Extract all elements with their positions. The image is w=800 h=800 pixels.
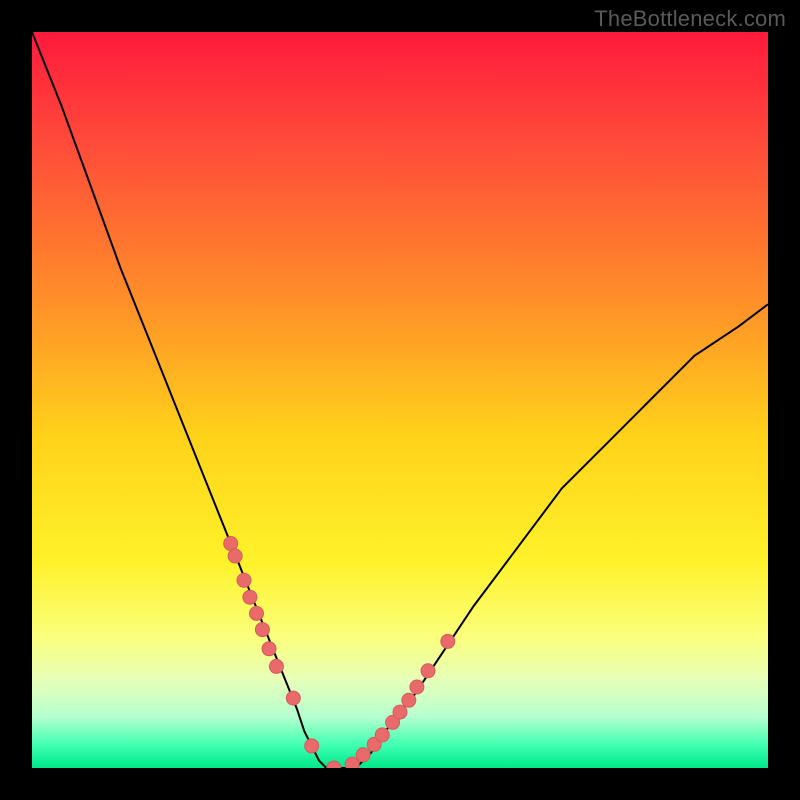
bottleneck-curve: [32, 32, 768, 768]
curve-dot: [250, 606, 264, 620]
curve-dot: [228, 549, 242, 563]
plot-area: [32, 32, 768, 768]
chart-container: TheBottleneck.com: [0, 0, 800, 800]
curve-dot: [393, 705, 407, 719]
curve-dot: [356, 748, 370, 762]
curve-dot: [255, 623, 269, 637]
curve-dot: [269, 659, 283, 673]
curve-dot: [441, 634, 455, 648]
curve-dot: [327, 761, 341, 768]
curve-dot: [410, 680, 424, 694]
curve-line: [32, 32, 768, 768]
curve-dot: [402, 693, 416, 707]
curve-dots: [224, 537, 455, 769]
curve-dot: [224, 537, 238, 551]
curve-dot: [375, 728, 389, 742]
curve-dot: [243, 590, 257, 604]
curve-dot: [305, 739, 319, 753]
curve-dot: [421, 664, 435, 678]
curve-dot: [237, 573, 251, 587]
curve-dot: [286, 691, 300, 705]
watermark: TheBottleneck.com: [594, 6, 786, 32]
curve-dot: [262, 642, 276, 656]
